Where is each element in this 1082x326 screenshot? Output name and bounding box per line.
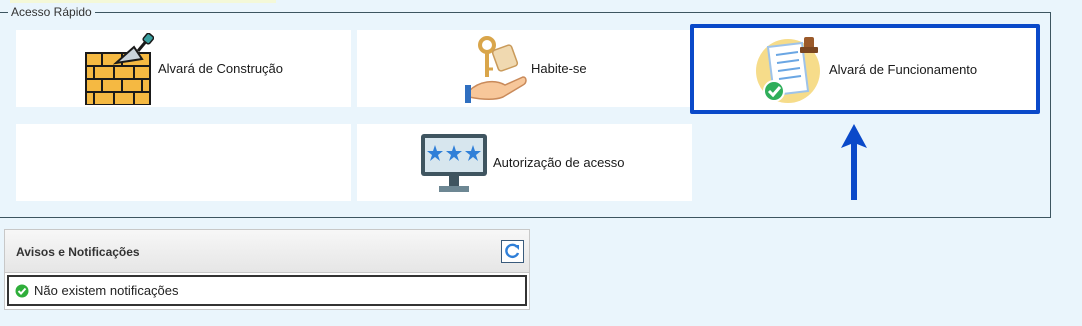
top-strip: [10, 0, 276, 3]
panel-header: Avisos e Notificações: [5, 230, 529, 273]
refresh-button[interactable]: [501, 240, 524, 263]
check-circle-icon: [15, 284, 29, 297]
hand-keys-icon: [465, 33, 527, 105]
card-alvara-construcao[interactable]: Alvará de Construção: [16, 30, 351, 107]
quick-access-legend: Acesso Rápido: [8, 5, 95, 19]
card-habite-se[interactable]: Habite-se: [357, 30, 692, 107]
highlight-box: [690, 24, 1040, 114]
notifications-panel: Avisos e Notificações Não existem notifi…: [4, 229, 530, 310]
card-label: Habite-se: [531, 61, 587, 76]
brick-wall-trowel-icon: [82, 32, 155, 106]
notification-message: Não existem notificações: [34, 283, 179, 298]
card-label: Alvará de Construção: [158, 61, 284, 76]
arrow-up-icon: [838, 122, 870, 207]
card-empty[interactable]: [16, 124, 351, 201]
card-label: Autorização de acesso: [493, 155, 625, 170]
notifications-list: Não existem notificações: [7, 275, 527, 306]
monitor-password-icon: [419, 132, 489, 194]
card-autorizacao-acesso[interactable]: Autorização de acesso: [357, 124, 692, 201]
refresh-icon: [505, 243, 520, 259]
panel-title: Avisos e Notificações: [16, 245, 140, 259]
